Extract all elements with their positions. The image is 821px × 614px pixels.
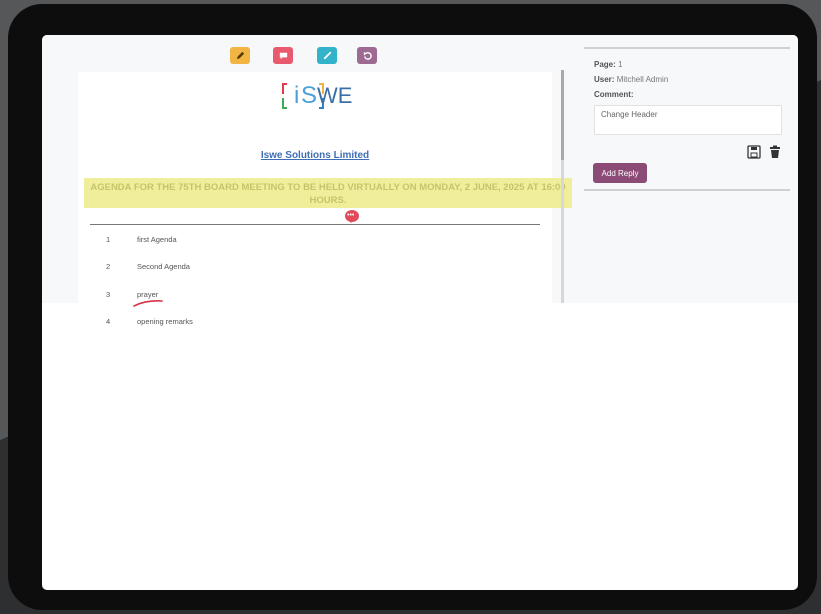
comment-marker-dots: ••• xyxy=(347,212,355,219)
undo-tool[interactable] xyxy=(357,47,377,64)
page-value: 1 xyxy=(618,60,623,69)
company-logo: i S WE xyxy=(282,80,352,110)
agenda-item-text: opening remarks xyxy=(137,317,193,326)
pdf-viewer: i S WE Iswe Solutions Limited AGENDA FOR T… xyxy=(42,35,798,326)
page-label: Page: xyxy=(594,60,616,69)
agenda-item-number: 3 xyxy=(106,290,111,299)
brush-icon xyxy=(323,51,331,60)
comment-icon xyxy=(279,52,287,60)
agenda-item-number: 1 xyxy=(106,235,111,244)
comment-marker-icon[interactable]: ••• xyxy=(345,210,359,223)
agenda-item-text: Second Agenda xyxy=(137,262,190,271)
agenda-title: AGENDA FOR THE 75TH BOARD MEETING TO BE … xyxy=(84,178,572,208)
tablet-frame: i S WE Iswe Solutions Limited AGENDA FOR T… xyxy=(8,4,817,610)
add-reply-button[interactable]: Add Reply xyxy=(593,163,647,183)
draw-tool[interactable] xyxy=(317,47,337,64)
agenda-item-number: 2 xyxy=(106,262,111,271)
comment-panel: Page: 1 User: Mitchell Admin Comment: Ch… xyxy=(584,47,790,303)
panel-bottom-divider xyxy=(584,189,790,191)
user-label: User: xyxy=(594,75,615,84)
document-page: i S WE Iswe Solutions Limited AGENDA FOR T… xyxy=(78,72,572,326)
undo-icon xyxy=(363,51,372,60)
agenda-item-number: 4 xyxy=(106,317,111,326)
save-icon[interactable] xyxy=(747,145,761,159)
pencil-icon xyxy=(236,51,244,60)
panel-top-divider xyxy=(584,47,790,49)
comment-textarea[interactable]: Change Header xyxy=(594,105,782,135)
company-name: Iswe Solutions Limited xyxy=(260,150,370,161)
agenda-item-text: first Agenda xyxy=(137,235,177,244)
tablet-screen: i S WE Iswe Solutions Limited AGENDA FOR T… xyxy=(42,35,798,590)
divider xyxy=(90,224,540,225)
edit-tool[interactable] xyxy=(230,47,250,64)
comment-label: Comment: xyxy=(594,90,634,99)
comment-tool[interactable] xyxy=(273,47,293,64)
ink-annotation xyxy=(133,300,163,307)
scrollbar-thumb[interactable] xyxy=(561,70,564,160)
user-value: Mitchell Admin xyxy=(616,75,669,84)
page-info: Page: 1 xyxy=(594,60,622,69)
trash-icon[interactable] xyxy=(768,145,782,159)
user-info: User: Mitchell Admin xyxy=(594,75,668,84)
